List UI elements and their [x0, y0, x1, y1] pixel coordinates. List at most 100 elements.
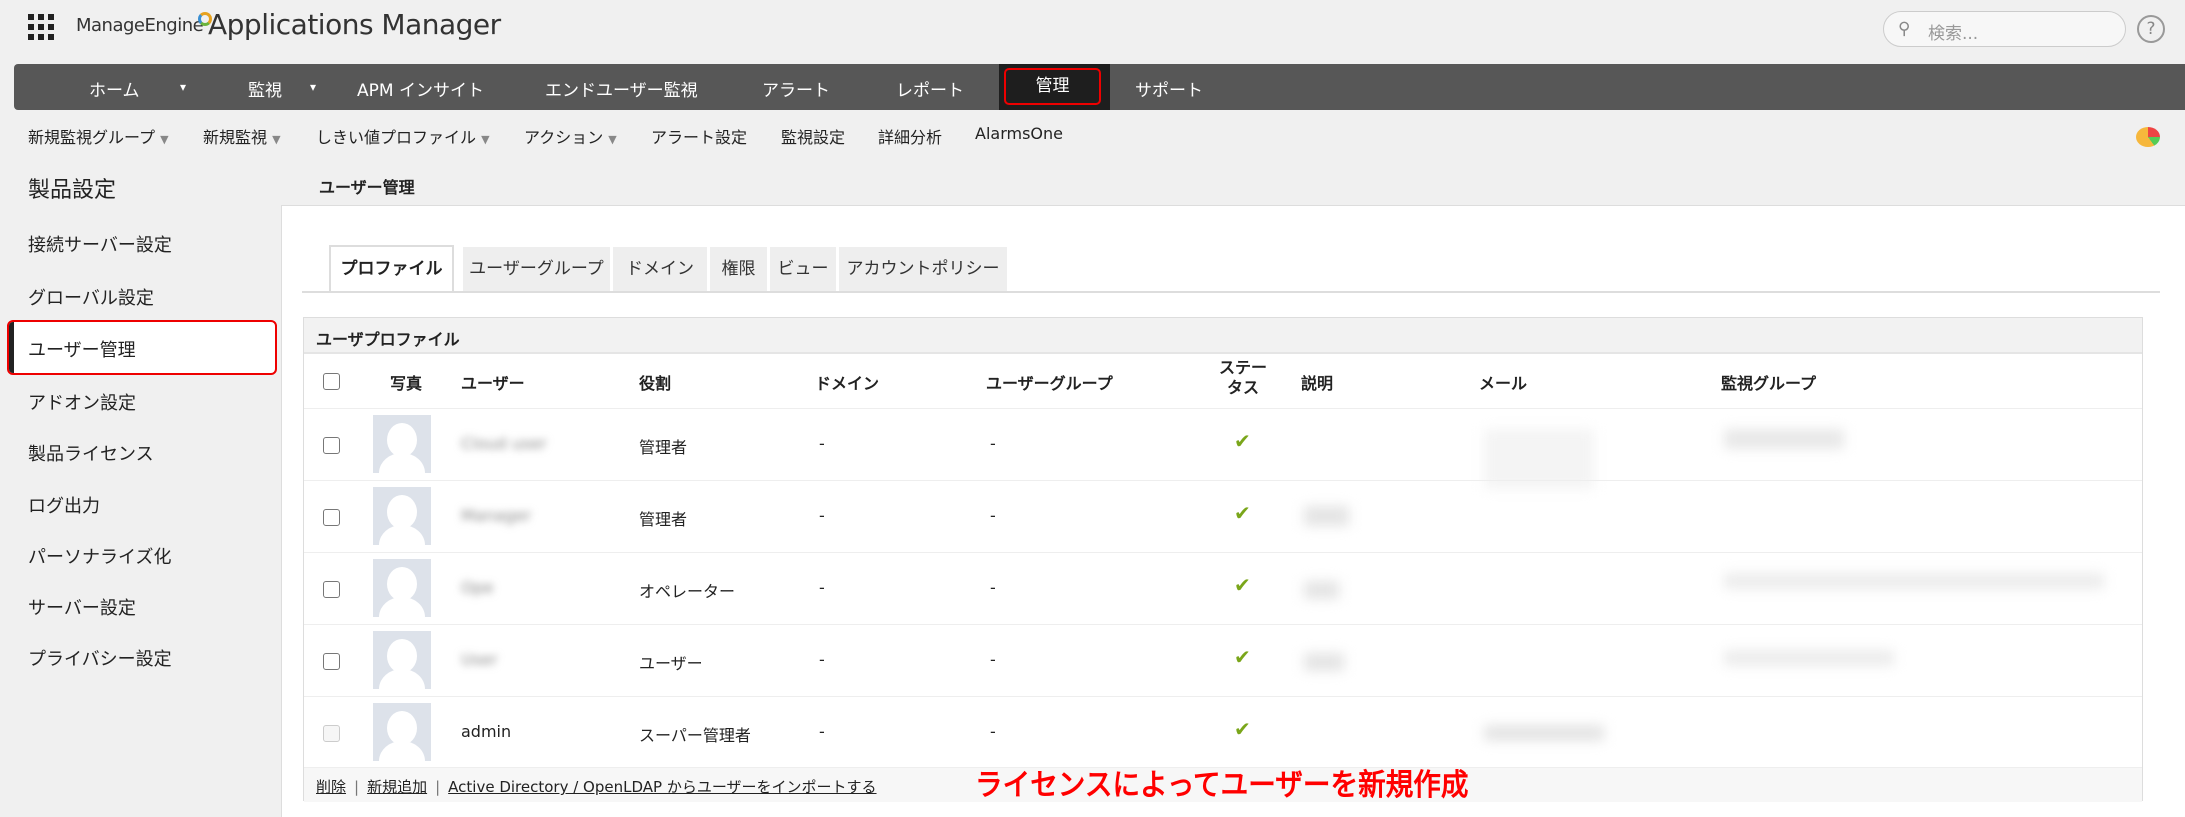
- add-user-link[interactable]: 新規追加: [367, 778, 427, 796]
- help-icon[interactable]: ?: [2137, 15, 2165, 43]
- annotation-text: ライセンスによってユーザーを新規作成: [975, 768, 1469, 803]
- chevron-down-icon: ▼: [481, 133, 490, 146]
- redacted-monitor-group: [1724, 573, 2104, 589]
- nav-admin-label[interactable]: 管理: [1004, 68, 1101, 105]
- user-domain: -: [819, 722, 825, 741]
- sidebar-item-privacy[interactable]: プライバシー設定: [28, 645, 172, 671]
- nav-apm[interactable]: APM インサイト: [357, 76, 484, 101]
- col-user[interactable]: ユーザー: [461, 370, 525, 394]
- page-title: ユーザー管理: [281, 160, 2185, 206]
- subnav-actions[interactable]: アクション ▼: [524, 124, 617, 148]
- subnav-analytics[interactable]: 詳細分析: [878, 124, 942, 148]
- delete-link[interactable]: 削除: [316, 778, 346, 796]
- search-icon: ⚲: [1898, 19, 1911, 39]
- subnav-alarmsone[interactable]: AlarmsOne: [975, 124, 1063, 143]
- status-check-icon: ✔: [1234, 429, 1251, 453]
- search-input[interactable]: ⚲ 検索...: [1883, 11, 2126, 47]
- redacted-description: [1304, 581, 1339, 599]
- sidebar-item-global[interactable]: グローバル設定: [28, 284, 154, 310]
- search-placeholder: 検索...: [1928, 24, 1979, 44]
- product-name: Applications Manager: [208, 8, 501, 41]
- sidebar-item-addon[interactable]: アドオン設定: [28, 389, 136, 415]
- tab-profile[interactable]: プロファイル: [329, 245, 454, 291]
- chevron-down-icon[interactable]: ▾: [310, 80, 316, 94]
- table-title: ユーザプロファイル: [304, 318, 2142, 354]
- avatar: [373, 487, 431, 545]
- nav-enduser[interactable]: エンドユーザー監視: [545, 76, 698, 101]
- col-user-group[interactable]: ユーザーグループ: [986, 370, 1113, 394]
- row-checkbox: [323, 725, 340, 742]
- pie-chart-icon[interactable]: [2136, 127, 2160, 147]
- user-role: スーパー管理者: [639, 726, 751, 745]
- subnav-monitor-settings[interactable]: 監視設定: [781, 124, 845, 148]
- user-name[interactable]: Cloud user: [461, 434, 547, 453]
- col-role[interactable]: 役割: [639, 370, 671, 394]
- nav-support[interactable]: サポート: [1135, 76, 1203, 101]
- user-domain: -: [819, 650, 825, 669]
- avatar: [373, 559, 431, 617]
- redacted-description: [1304, 653, 1344, 671]
- subnav-new-group[interactable]: 新規監視グループ ▼: [28, 124, 169, 148]
- main-nav: ホーム ▾ 監視 ▾ APM インサイト エンドユーザー監視 アラート レポート…: [14, 64, 2185, 110]
- subnav-alarm-settings[interactable]: アラート設定: [651, 124, 747, 148]
- sidebar-item-connection-server[interactable]: 接続サーバー設定: [28, 231, 172, 257]
- user-domain: -: [819, 434, 825, 453]
- col-photo: 写真: [390, 374, 423, 393]
- status-check-icon: ✔: [1234, 573, 1251, 597]
- user-name[interactable]: admin: [461, 722, 511, 741]
- col-email[interactable]: メール: [1479, 370, 1527, 394]
- sidebar-item-user-management[interactable]: ユーザー管理: [28, 336, 136, 362]
- user-group: -: [990, 506, 996, 525]
- subnav-threshold[interactable]: しきい値プロファイル ▼: [316, 124, 490, 148]
- tab-domain[interactable]: ドメイン: [613, 247, 707, 291]
- col-description: 説明: [1301, 374, 1334, 393]
- subnav-new-monitor[interactable]: 新規監視 ▼: [203, 124, 281, 148]
- nav-admin[interactable]: 管理: [999, 64, 1110, 110]
- sidebar-item-log[interactable]: ログ出力: [28, 492, 100, 518]
- table-row: User ユーザー - - ✔: [304, 624, 2142, 696]
- nav-alarm[interactable]: アラート: [762, 76, 830, 101]
- sidebar-item-personalize[interactable]: パーソナライズ化: [28, 543, 171, 569]
- import-ldap-link[interactable]: Active Directory / OpenLDAP からユーザーをインポート…: [448, 778, 876, 796]
- table-row: Ope オペレーター - - ✔: [304, 552, 2142, 624]
- user-domain: -: [819, 578, 825, 597]
- tab-view[interactable]: ビュー: [770, 247, 836, 291]
- user-name[interactable]: Ope: [461, 578, 494, 597]
- status-check-icon: ✔: [1234, 717, 1251, 741]
- nav-home[interactable]: ホーム: [89, 76, 140, 101]
- nav-report[interactable]: レポート: [896, 76, 964, 101]
- avatar: [373, 703, 431, 761]
- table-row: Cloud user 管理者 - - ✔: [304, 408, 2142, 489]
- tab-permission[interactable]: 権限: [710, 247, 767, 291]
- redacted-monitor-group: [1724, 429, 1844, 449]
- row-checkbox[interactable]: [323, 437, 340, 454]
- table-row: Manager 管理者 - - ✔: [304, 480, 2142, 552]
- user-group: -: [990, 578, 996, 597]
- user-name[interactable]: Manager: [461, 506, 531, 525]
- nav-monitor[interactable]: 監視: [248, 76, 282, 101]
- col-status[interactable]: ステータス: [1212, 358, 1274, 398]
- user-role: 管理者: [639, 438, 688, 457]
- row-checkbox[interactable]: [323, 509, 340, 526]
- status-check-icon: ✔: [1234, 501, 1251, 525]
- redacted-description: [1304, 506, 1349, 526]
- user-name[interactable]: User: [461, 650, 497, 669]
- chevron-down-icon[interactable]: ▾: [180, 80, 186, 94]
- col-domain[interactable]: ドメイン: [815, 370, 879, 394]
- tab-divider: [302, 291, 2160, 293]
- tab-account-policy[interactable]: アカウントポリシー: [839, 247, 1007, 291]
- user-profile-table: ユーザプロファイル 写真 ユーザー 役割 ドメイン ユーザーグループ ステータス…: [303, 317, 2143, 802]
- sidebar-item-server[interactable]: サーバー設定: [28, 594, 136, 620]
- sidebar-item-license[interactable]: 製品ライセンス: [28, 440, 154, 466]
- tab-user-group[interactable]: ユーザーグループ: [463, 247, 610, 291]
- row-checkbox[interactable]: [323, 581, 340, 598]
- sidebar-title: 製品設定: [28, 178, 117, 203]
- user-group: -: [990, 650, 996, 669]
- row-checkbox[interactable]: [323, 653, 340, 670]
- select-all-checkbox[interactable]: [323, 373, 340, 390]
- app-grid-icon[interactable]: [28, 14, 54, 40]
- brand-logo: ManageEngine: [76, 15, 204, 36]
- avatar: [373, 415, 431, 473]
- chevron-down-icon: ▼: [160, 133, 169, 146]
- user-group: -: [990, 722, 996, 741]
